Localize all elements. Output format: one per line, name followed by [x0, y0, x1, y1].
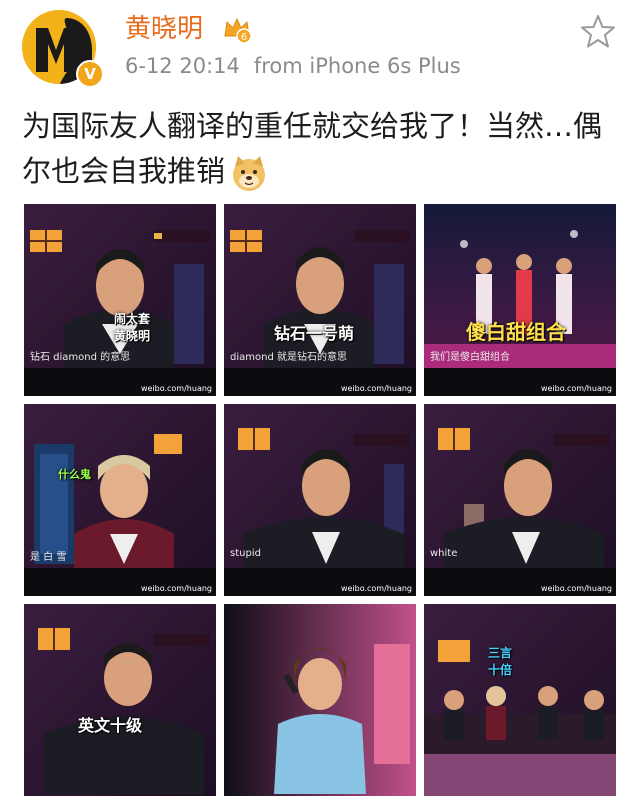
- post-source: from iPhone 6s Plus: [253, 54, 461, 78]
- photo-watermark: weibo.com/huang: [540, 384, 612, 393]
- photo-caption: 钻石一号萌: [274, 324, 355, 343]
- doge-emoji-icon: [233, 156, 266, 191]
- photo-thumbnail[interactable]: 闹太套 黄晓明 钻石 diamond 的意思 weibo.com/huang: [24, 204, 216, 396]
- photo-watermark: weibo.com/huang: [540, 584, 612, 593]
- photo-caption: 闹太套 黄晓明: [114, 312, 151, 343]
- photo-watermark: weibo.com/huang: [340, 384, 412, 393]
- photo-thumbnail[interactable]: 钻石一号萌 diamond 就是钻石的意思 weibo.com/huang: [224, 204, 416, 396]
- photo-thumbnail[interactable]: 什么鬼 是 白 雪 weibo.com/huang: [24, 404, 216, 596]
- photo-watermark: weibo.com/huang: [140, 384, 212, 393]
- username[interactable]: 黄晓明: [125, 14, 203, 44]
- photo-watermark: weibo.com/huang: [340, 584, 412, 593]
- crown-badge-icon: 6: [224, 17, 252, 44]
- photo-caption: 英文十级: [78, 716, 143, 735]
- photo-caption: 什么鬼: [58, 468, 91, 481]
- star-outline-icon[interactable]: [578, 12, 618, 52]
- photo-thumbnail[interactable]: white weibo.com/huang: [424, 404, 616, 596]
- photo-subtitle: 我们是傻白甜组合: [430, 352, 510, 363]
- photo-thumbnail[interactable]: 英文十级: [24, 604, 216, 796]
- photo-thumbnail[interactable]: stupid weibo.com/huang: [224, 404, 416, 596]
- photo-caption: 傻白甜组合: [466, 320, 566, 344]
- photo-subtitle: white: [430, 548, 458, 559]
- photo-subtitle: diamond 就是钻石的意思: [230, 352, 347, 363]
- photo-caption: 三言 十倍: [488, 646, 513, 677]
- verified-badge-icon: V: [76, 60, 104, 88]
- photo-subtitle: 是 白 雪: [30, 552, 67, 563]
- post-time: 6-12 20:14: [125, 54, 240, 78]
- post-text: 为国际友人翻译的重任就交给我了！当然…偶尔也会自我推销: [22, 104, 622, 194]
- level-text: 6: [241, 32, 247, 43]
- photo-subtitle: stupid: [230, 548, 261, 559]
- post-meta: 6-12 20:14 from iPhone 6s Plus: [125, 52, 461, 80]
- photo-thumbnail[interactable]: 三言 十倍: [424, 604, 616, 796]
- photo-subtitle: 钻石 diamond 的意思: [30, 352, 131, 363]
- photo-watermark: weibo.com/huang: [140, 584, 212, 593]
- photo-thumbnail[interactable]: 傻白甜组合 我们是傻白甜组合 weibo.com/huang: [424, 204, 616, 396]
- post-body: 为国际友人翻译的重任就交给我了！当然…偶尔也会自我推销: [22, 109, 603, 188]
- photo-thumbnail[interactable]: [224, 604, 416, 796]
